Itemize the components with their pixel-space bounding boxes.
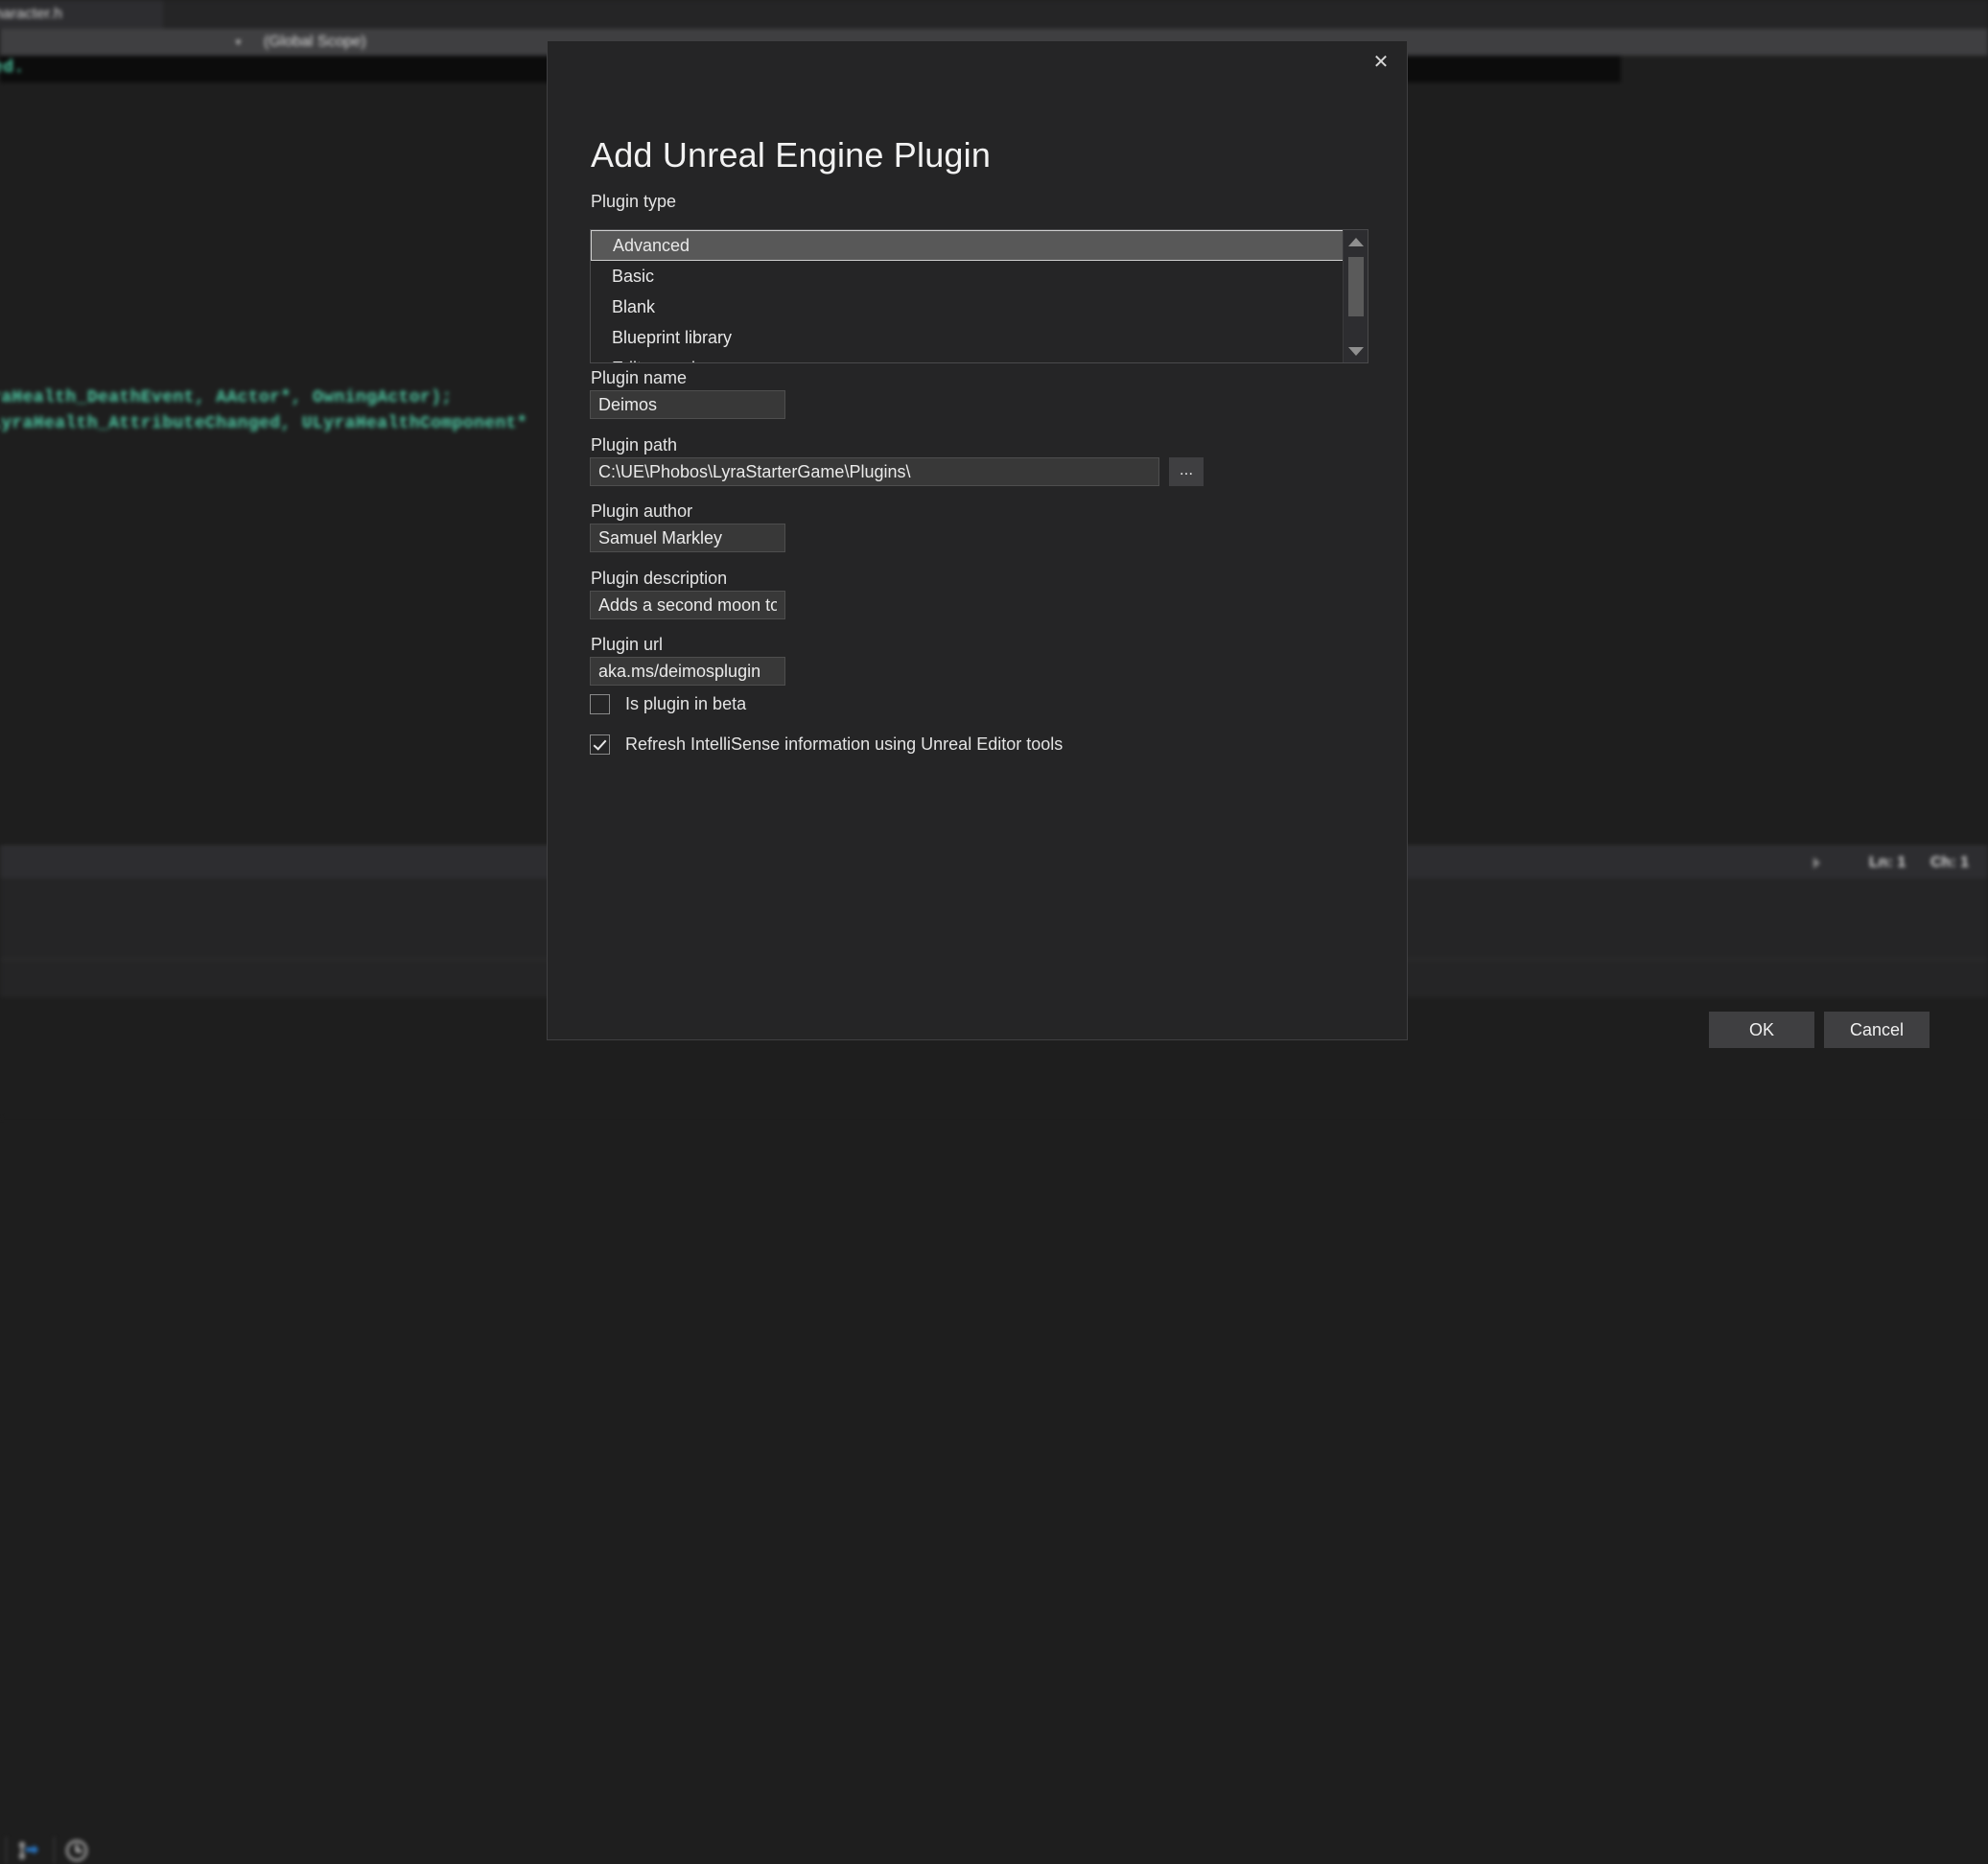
browse-path-button[interactable]: ...: [1169, 457, 1204, 486]
plugin-type-listbox[interactable]: Advanced Basic Blank Blueprint library E…: [590, 229, 1368, 363]
plugin-name-label: Plugin name: [591, 368, 688, 387]
toolbar-divider: [6, 1837, 7, 1864]
plugin-path-input[interactable]: [590, 457, 1159, 486]
refresh-intellisense-checkbox[interactable]: [590, 734, 610, 755]
plugin-type-option-editor-mode[interactable]: Editor mode: [591, 353, 1344, 362]
plugin-type-scrollbar[interactable]: [1343, 230, 1368, 362]
editor-tab-strip: raCharacter.h: [0, 0, 1988, 29]
add-unreal-engine-plugin-dialog: ✕ Add Unreal Engine Plugin Plugin type A…: [547, 40, 1930, 1048]
code-line-1: ed.: [0, 58, 25, 78]
plugin-name-input[interactable]: [590, 390, 785, 419]
source-control-icon[interactable]: [13, 1837, 40, 1864]
is-plugin-in-beta-checkbox[interactable]: [590, 694, 610, 714]
plugin-author-input[interactable]: [590, 524, 785, 552]
refresh-intellisense-checkbox-row[interactable]: Refresh IntelliSense information using U…: [590, 734, 1063, 755]
plugin-type-option-basic[interactable]: Basic: [591, 261, 1344, 291]
status-column-number: Ch: 1: [1930, 854, 1969, 871]
scroll-down-arrow-icon[interactable]: [1344, 339, 1368, 362]
plugin-description-input[interactable]: [590, 591, 785, 619]
status-line-number: Ln: 1: [1869, 854, 1906, 871]
plugin-author-label: Plugin author: [591, 501, 693, 521]
chevron-down-icon: ▼: [234, 37, 243, 47]
plugin-type-option-list: Advanced Basic Blank Blueprint library E…: [591, 230, 1344, 362]
plugin-type-label: Plugin type: [591, 192, 677, 211]
expand-arrow-icon[interactable]: [1813, 857, 1820, 869]
is-plugin-in-beta-checkbox-row[interactable]: Is plugin in beta: [590, 694, 746, 714]
code-line-3: LyraHealth_AttributeChanged, ULyraHealth…: [0, 414, 528, 433]
refresh-intellisense-label: Refresh IntelliSense information using U…: [625, 734, 1064, 754]
plugin-url-label: Plugin url: [591, 635, 664, 654]
scroll-up-arrow-icon[interactable]: [1344, 230, 1368, 253]
navigation-bar-scope-label: (Global Scope): [264, 34, 366, 50]
ok-button[interactable]: OK: [1709, 1012, 1814, 1048]
code-line-2: raHealth_DeathEvent, AActor*, OwningActo…: [0, 388, 453, 408]
scrollbar-thumb[interactable]: [1348, 257, 1364, 316]
plugin-path-label: Plugin path: [591, 435, 678, 454]
navigation-bar-member-dropdown[interactable]: [0, 29, 251, 56]
plugin-type-option-blank[interactable]: Blank: [591, 291, 1344, 322]
plugin-url-input[interactable]: [590, 657, 785, 686]
close-icon[interactable]: ✕: [1359, 45, 1403, 80]
plugin-type-option-advanced[interactable]: Advanced: [591, 230, 1344, 261]
plugin-type-option-blueprint-library[interactable]: Blueprint library: [591, 322, 1344, 353]
history-clock-icon[interactable]: [63, 1837, 90, 1864]
is-plugin-in-beta-label: Is plugin in beta: [625, 694, 747, 713]
cancel-button[interactable]: Cancel: [1824, 1012, 1930, 1048]
editor-tab-lyra-character-h[interactable]: raCharacter.h: [0, 0, 163, 29]
plugin-description-label: Plugin description: [591, 569, 728, 588]
dialog-title: Add Unreal Engine Plugin: [591, 135, 992, 175]
toolbar-divider: [54, 1837, 55, 1864]
